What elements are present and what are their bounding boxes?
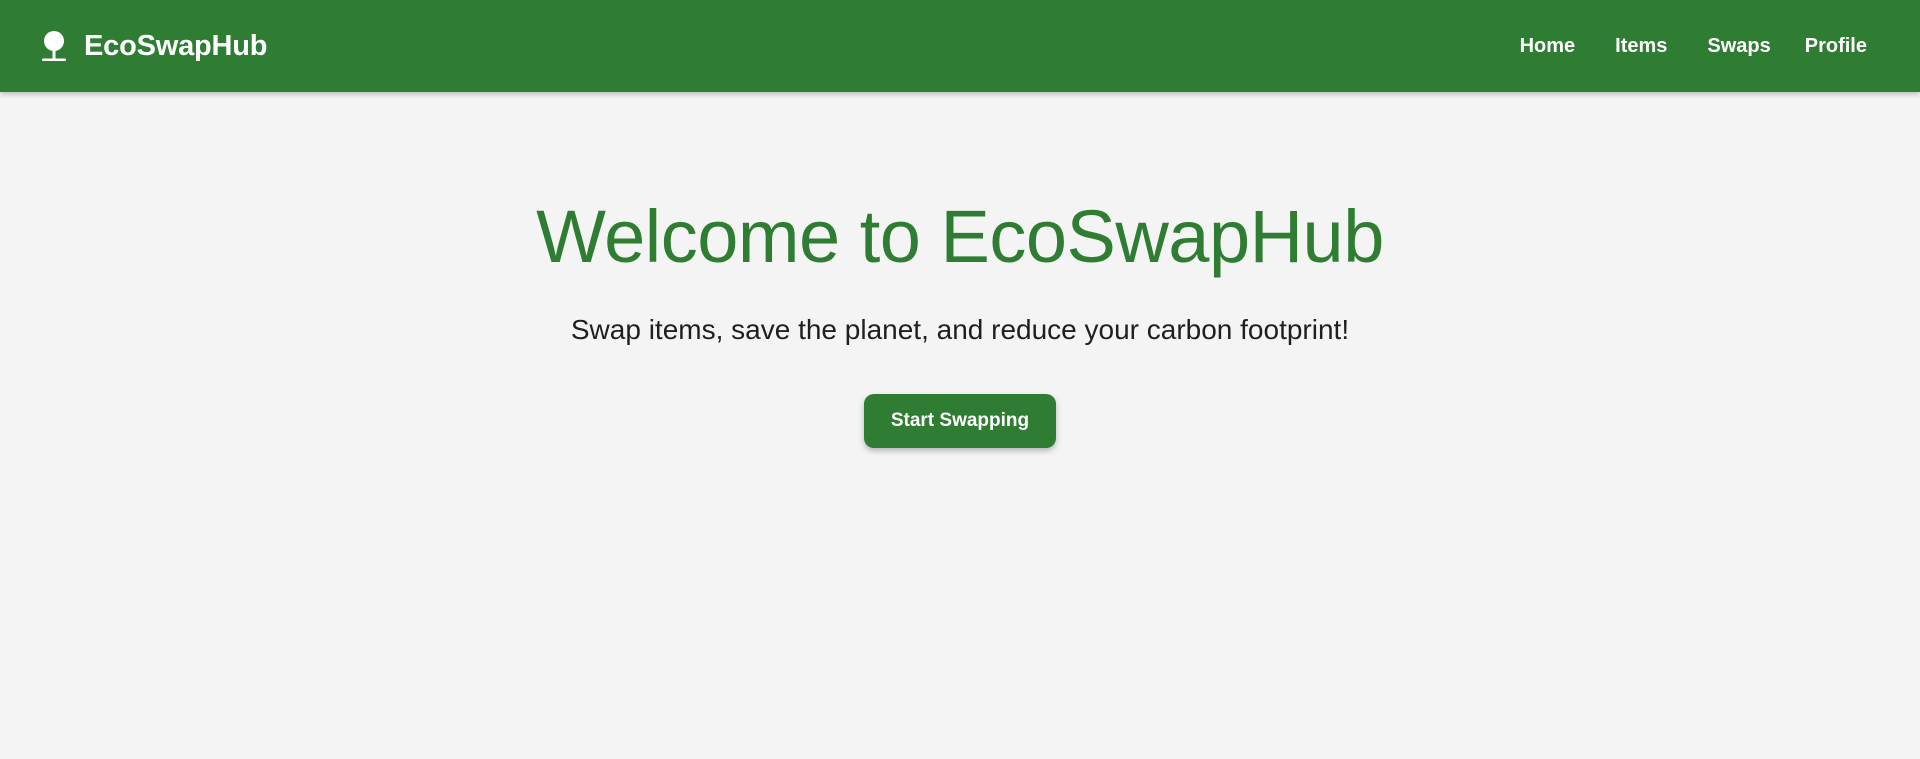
nav-link-profile[interactable]: Profile — [1805, 35, 1867, 58]
start-swapping-button[interactable]: Start Swapping — [864, 394, 1056, 448]
top-navbar: EcoSwapHub Home Items Swaps Profile — [0, 0, 1920, 92]
tree-icon — [42, 31, 66, 61]
brand-logo-link[interactable]: EcoSwapHub — [40, 0, 268, 92]
nav-link-swaps[interactable]: Swaps — [1707, 35, 1770, 58]
hero-subtitle: Swap items, save the planet, and reduce … — [570, 314, 1350, 345]
brand-name: EcoSwapHub — [84, 29, 268, 62]
main-nav: Home Items Swaps Profile — [1520, 0, 1867, 92]
nav-link-home[interactable]: Home — [1520, 35, 1576, 58]
page-title: Welcome to EcoSwapHub — [536, 195, 1384, 278]
nav-link-items[interactable]: Items — [1615, 35, 1667, 58]
